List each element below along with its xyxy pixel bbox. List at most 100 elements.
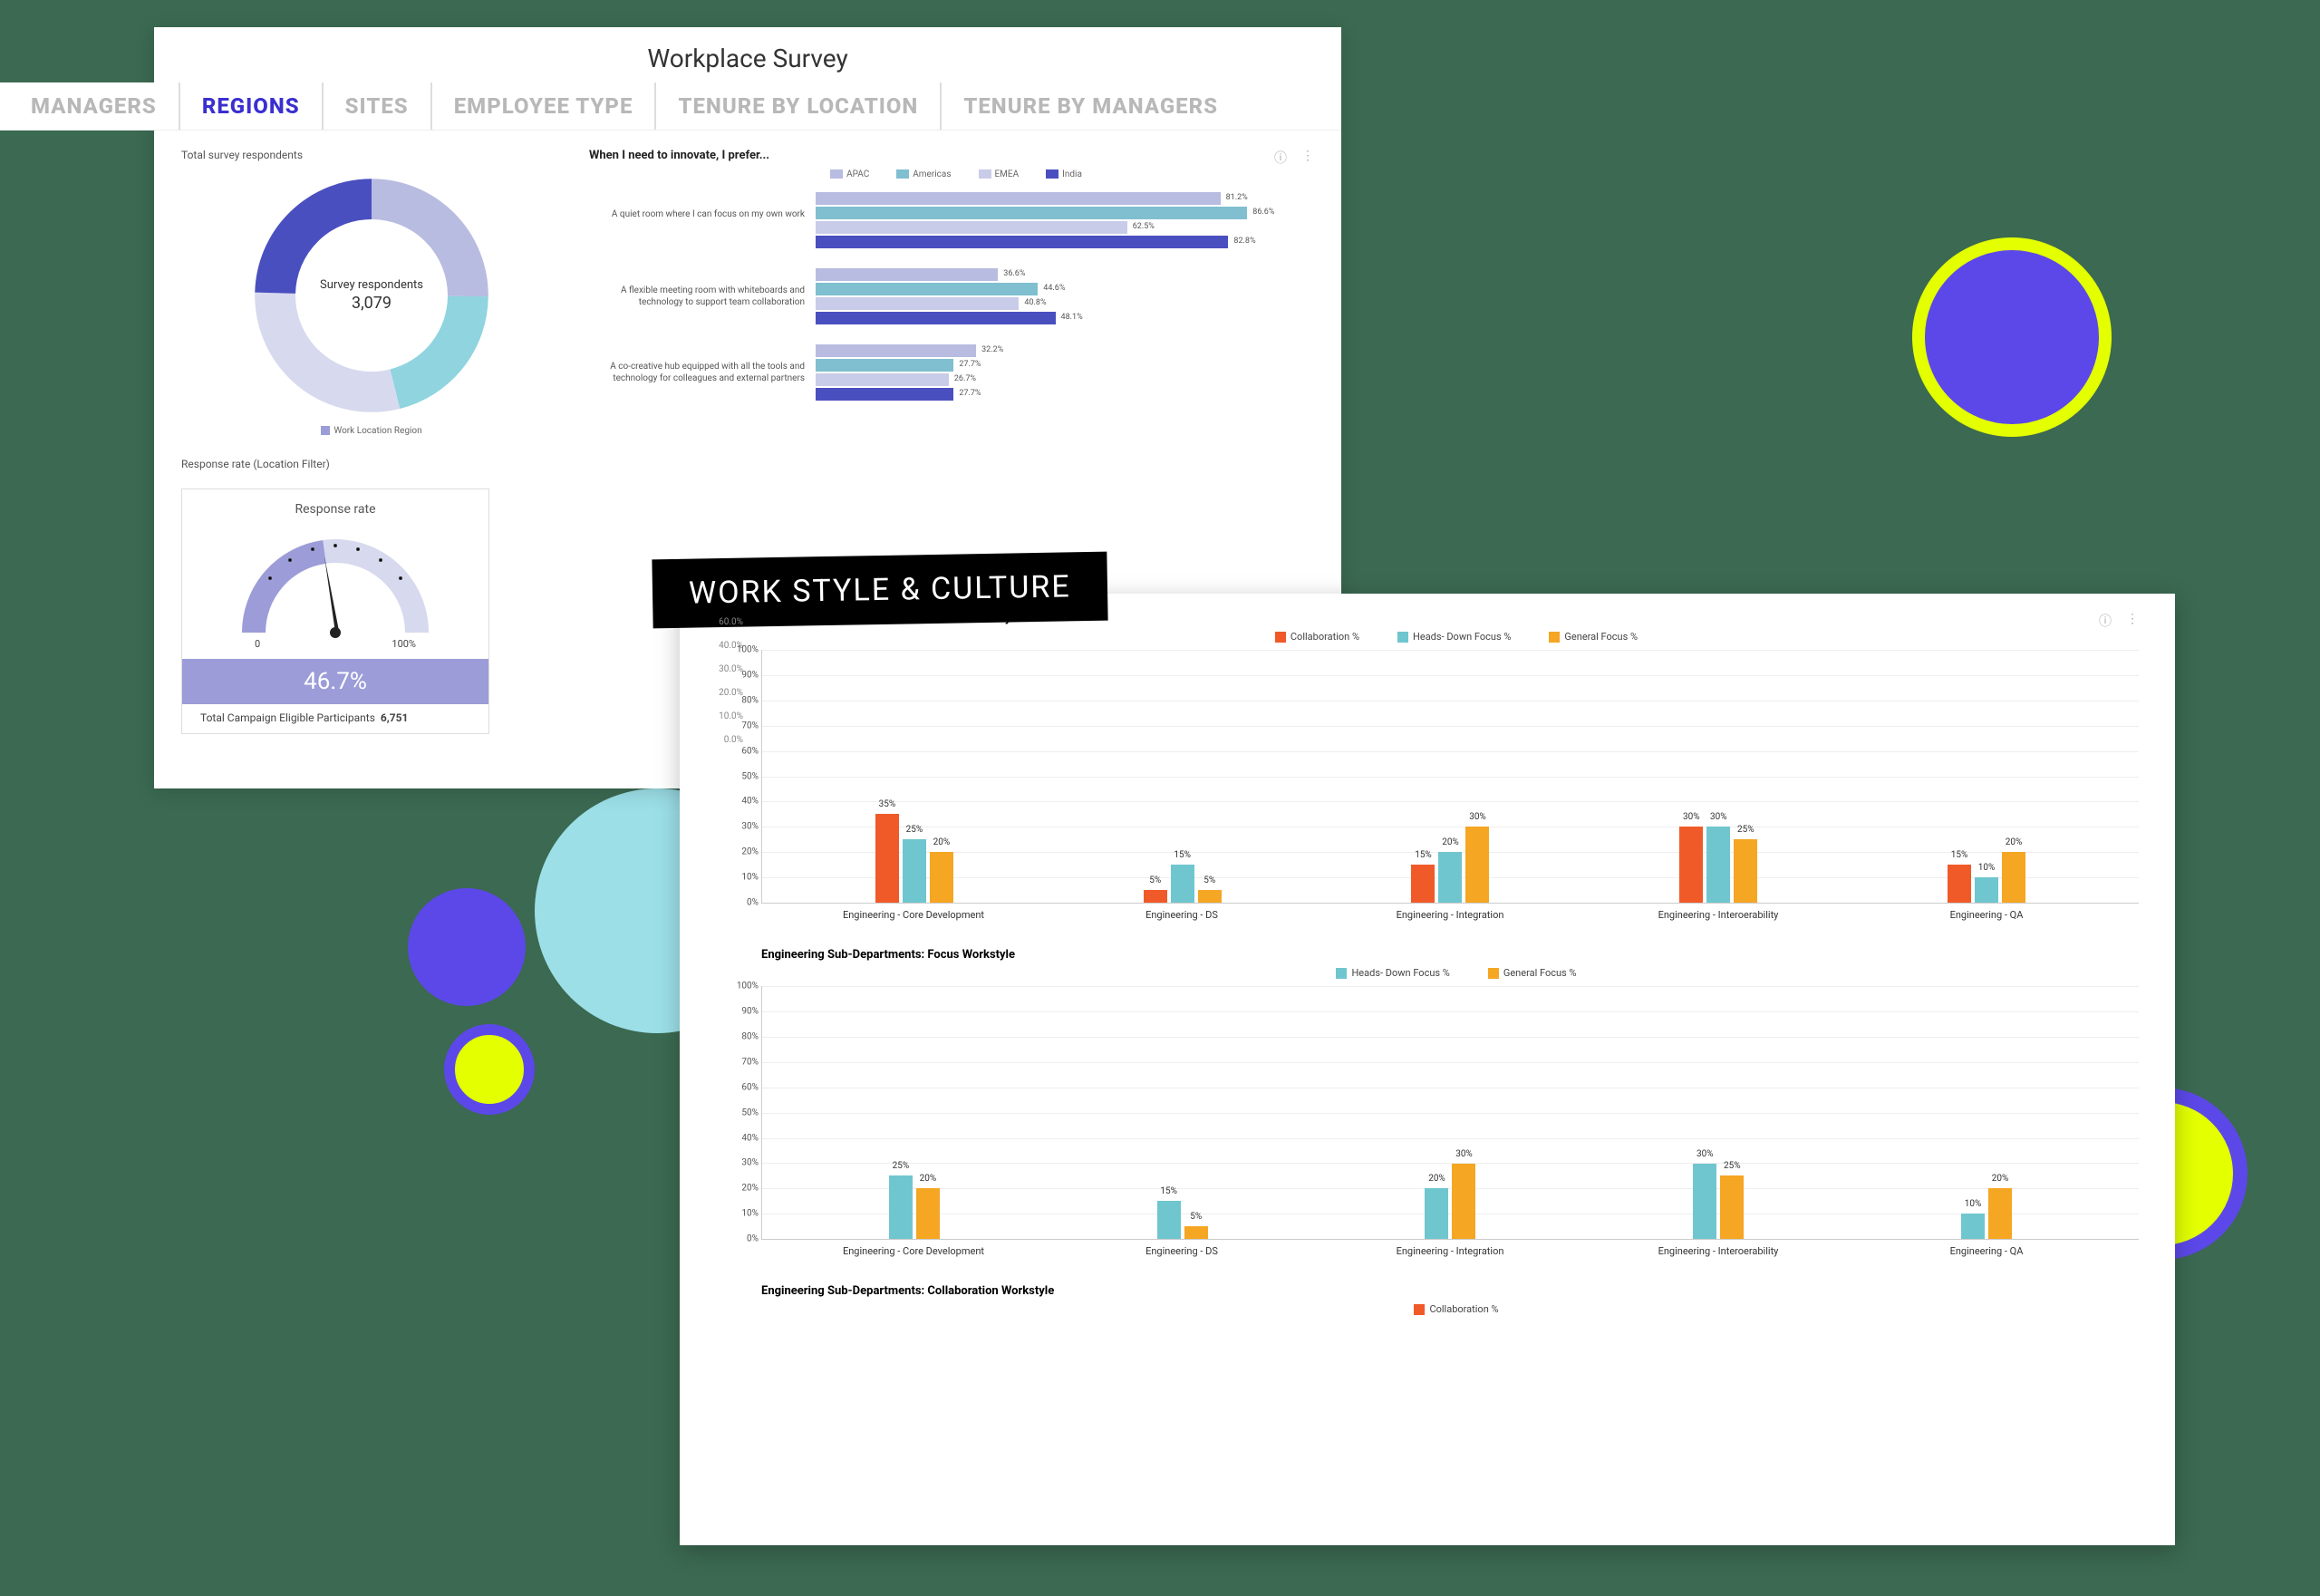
bar: 5%: [1144, 890, 1167, 903]
x-tick: Engineering - DS: [1048, 909, 1316, 921]
y-tick: 60%: [722, 746, 759, 756]
info-icon[interactable]: ⓘ: [1274, 149, 1287, 167]
bar-group: 30%25%: [1693, 986, 1744, 1239]
legend-item: General Focus %: [1536, 631, 1638, 643]
hbar-group: A co-creative hub equipped with all the …: [589, 344, 1314, 402]
gauge-card: Response rate 0 100% 46.7% Total Campa: [181, 488, 489, 734]
bar: 20%: [2002, 852, 2025, 903]
hbar-legend: APACAmericasEMEAIndia: [589, 169, 1314, 179]
legend-item: EMEA: [970, 169, 1020, 179]
more-icon[interactable]: ⋮: [2126, 612, 2139, 630]
x-tick: Engineering - Core Development: [779, 1245, 1048, 1257]
tab-tenure-by-location[interactable]: TENURE BY LOCATION: [656, 82, 942, 130]
bar-group: 20%30%: [1425, 986, 1475, 1239]
bar: 25%: [903, 839, 926, 903]
x-axis: Engineering - Core DevelopmentEngineerin…: [761, 904, 2139, 921]
hbar: 27.7%: [816, 359, 953, 372]
chart-block: Engineering Sub-Departments: Focus Works…: [761, 948, 2139, 1257]
donut-center-label: Survey respondents: [320, 278, 423, 292]
bar: 20%: [930, 852, 953, 903]
y-tick: 0%: [722, 898, 759, 908]
legend-item: Heads- Down Focus %: [1323, 967, 1449, 979]
bar: 15%: [1411, 865, 1435, 903]
y-tick: 50%: [722, 771, 759, 781]
y-tick: 10%: [722, 1209, 759, 1219]
tab-employee-type[interactable]: EMPLOYEE TYPE: [432, 82, 657, 130]
bar-group: 30%30%25%: [1679, 650, 1757, 903]
hbar: 44.6%: [816, 283, 1038, 295]
hbar: 27.7%: [816, 388, 953, 401]
hbar: 62.5%: [816, 221, 1127, 234]
chart-legend: Collaboration %: [761, 1303, 2139, 1315]
legend-item: General Focus %: [1475, 967, 1577, 979]
y-tick: 0%: [722, 1234, 759, 1244]
y-tick: 50%: [722, 1108, 759, 1117]
legend-item: APAC: [821, 169, 869, 179]
hbar: 86.6%: [816, 207, 1247, 219]
donut-chart: Survey respondents 3,079: [245, 169, 498, 422]
bar: 15%: [1171, 865, 1194, 903]
y-tick: 10%: [722, 873, 759, 883]
y-tick: 100%: [722, 982, 759, 991]
tab-sites[interactable]: SITES: [324, 82, 432, 130]
bar: 30%: [1465, 827, 1489, 903]
gauge-min: 0: [255, 638, 260, 650]
y-tick: 70%: [722, 1057, 759, 1067]
gauge-max: 100%: [392, 638, 416, 650]
y-tick: 30%: [722, 822, 759, 832]
gauge-chart: [227, 524, 444, 642]
hbar-label: A co-creative hub equipped with all the …: [589, 344, 816, 402]
y-tick: 20%: [722, 1184, 759, 1194]
hbar: 32.2%: [816, 344, 976, 357]
tab-regions[interactable]: REGIONS: [180, 82, 324, 130]
hbar: 82.8%: [816, 236, 1228, 248]
chart-title: Engineering Sub-Departments: Focus Works…: [761, 948, 2139, 962]
chart-block: Engineering Sub-Departments: Collaborati…: [761, 1284, 2139, 1315]
decorative-circle: [1912, 237, 2112, 437]
panel-title: Workplace Survey: [154, 27, 1341, 82]
bar: 5%: [1198, 890, 1222, 903]
tab-managers[interactable]: MANAGERS: [9, 82, 180, 130]
hbar: 81.2%: [816, 192, 1221, 205]
hbar: 36.6%: [816, 268, 998, 281]
bar-group: 5% 15% 5%: [1144, 650, 1222, 903]
y-tick: 90%: [722, 1007, 759, 1017]
y-tick: 30%: [722, 1158, 759, 1168]
y-tick: 20%: [722, 847, 759, 857]
legend-item: Americas: [887, 169, 951, 179]
workstyle-panel: WORK STYLE & CULTURE 60.0%40.0%30.0%20.0…: [680, 594, 2175, 1545]
x-axis: Engineering - Core DevelopmentEngineerin…: [761, 1240, 2139, 1257]
bar-group: 15%10%20%: [1948, 650, 2025, 903]
x-tick: Engineering - Integration: [1316, 1245, 1584, 1257]
more-icon[interactable]: ⋮: [1301, 149, 1314, 167]
chart-title: Engineering Sub-Departments: Collaborati…: [761, 1284, 2139, 1298]
tab-tenure-by-managers[interactable]: TENURE BY MANAGERS: [942, 82, 1240, 130]
bar: 30%: [1452, 1164, 1475, 1240]
decorative-circle: [408, 888, 526, 1006]
bar: 20%: [1425, 1188, 1448, 1239]
x-tick: Engineering - DS: [1048, 1245, 1316, 1257]
info-icon[interactable]: ⓘ: [2099, 612, 2112, 630]
y-tick: 80%: [722, 1031, 759, 1041]
x-tick: Engineering - Interoerability: [1584, 909, 1852, 921]
hbar-label: A flexible meeting room with whiteboards…: [589, 268, 816, 326]
bar-group: 10%20%: [1961, 986, 2012, 1239]
y-tick: 90%: [722, 670, 759, 680]
x-tick: Engineering - QA: [1852, 909, 2121, 921]
hbar: 40.8%: [816, 297, 1019, 310]
bar: 15%: [1948, 865, 1971, 903]
bar: 25%: [1734, 839, 1757, 903]
y-tick: 40%: [722, 1133, 759, 1143]
gauge-title: Response rate: [200, 502, 470, 517]
donut-section-title: Total survey respondents: [181, 149, 562, 161]
bar: 20%: [916, 1188, 940, 1239]
x-tick: Engineering - Integration: [1316, 909, 1584, 921]
chart-block: ⓘ⋮Engineering Sub-Departments: Overall W…: [761, 612, 2139, 921]
decorative-circle: [444, 1024, 535, 1115]
bar: 25%: [1720, 1175, 1744, 1239]
donut-center-value: 3,079: [320, 294, 423, 313]
donut-legend: Work Location Region: [181, 426, 562, 436]
bar-group: 35%25%20%: [875, 650, 953, 903]
bar: 20%: [1438, 852, 1462, 903]
y-tick: 70%: [722, 721, 759, 730]
